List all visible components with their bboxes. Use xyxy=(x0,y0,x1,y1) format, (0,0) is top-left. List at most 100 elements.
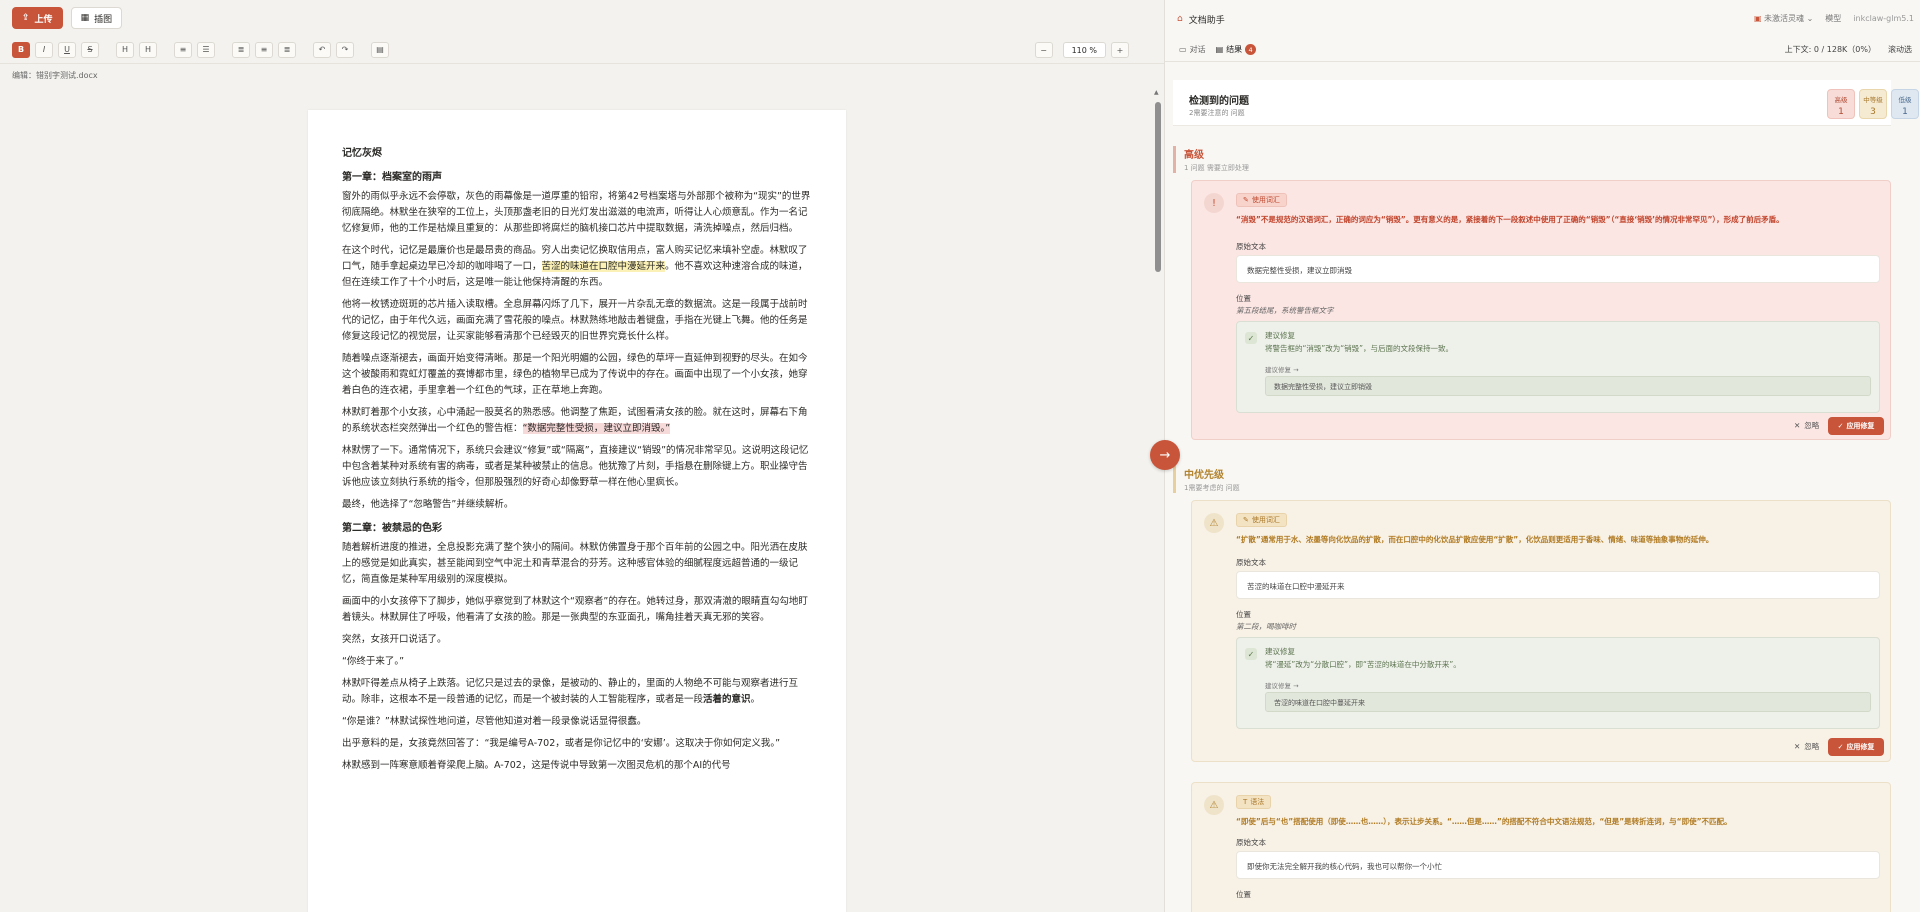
results-body[interactable]: 检测到的问题 2需要注意的 问题 高级 1 中等级 3 低级 1 高级 1 问题 需要… xyxy=(1165,70,1920,912)
align-right-button[interactable]: ≣ xyxy=(278,41,296,58)
zoom-level: 110 % xyxy=(1062,42,1106,58)
doc-paragraph: 最终，他选择了“忽略警告”并继续解析。 xyxy=(342,499,514,510)
numbered-list-button[interactable]: ☰ xyxy=(197,41,215,58)
upload-icon: ⇪ xyxy=(22,13,30,23)
collapse-panel-button[interactable]: → xyxy=(1150,440,1180,470)
format-toolbar: B I U S H H ≡ ☰ ≣ ≡ ≣ ↶ ↷ ▤ − 110 % + xyxy=(0,36,1164,64)
heading1-button[interactable]: H xyxy=(116,41,134,58)
replacement-label: 建议修复 → xyxy=(1265,366,1299,374)
undo-button[interactable]: ↶ xyxy=(313,41,331,58)
upload-button[interactable]: ⇪ 上传 xyxy=(12,7,63,29)
suggestion-box: ✓ 建议修复 将“漫延”改为“分散口腔”，即“苦涩的味道在中分散开来”。 建议修… xyxy=(1236,637,1880,729)
high-count-box[interactable]: 高级 1 xyxy=(1827,89,1855,119)
bold-button[interactable]: B xyxy=(12,41,30,58)
original-text: 数据完整性受损，建议立即消毁 xyxy=(1236,255,1880,283)
location-label: 位置 xyxy=(1236,610,1251,619)
zoom-controls: − 110 % + xyxy=(1034,42,1134,58)
close-icon: ✕ xyxy=(1794,742,1801,751)
redo-button[interactable]: ↷ xyxy=(336,41,354,58)
italic-button[interactable]: I xyxy=(35,41,53,58)
issue-tag: T 语法 xyxy=(1236,795,1272,809)
edit-icon: ✎ xyxy=(1243,516,1249,524)
summary-subtitle: 2需要注意的 问题 xyxy=(1189,109,1245,117)
ignore-button[interactable]: ✕ 忽略 xyxy=(1794,741,1819,752)
issue-message: “扩散”通常用于水、浓墨等向化饮品的扩散，而在口腔中的化饮品扩散应使用“扩散”，… xyxy=(1236,535,1714,544)
app-window: ⇪ 上传 ▦ 插图 B I U S H H ≡ ☰ ≣ ≡ ≣ ↶ ↷ ▤ − … xyxy=(0,0,1920,912)
image-icon: ▦ xyxy=(80,13,90,23)
apply-fix-button[interactable]: ✓ 应用修复 xyxy=(1828,417,1884,435)
model-selector[interactable]: inkclaw-glm5.1 xyxy=(1853,14,1914,23)
suggestion-desc: 将警告框的“消毁”改为“销毁”，与后面的文段保持一致。 xyxy=(1265,344,1454,353)
home-icon: ⌂ xyxy=(1177,14,1183,24)
location-value: 第二段，喝咖啡时 xyxy=(1236,622,1296,631)
alert-circle-icon: ! xyxy=(1204,193,1224,213)
apply-fix-button[interactable]: ✓ 应用修复 xyxy=(1828,738,1884,756)
tab-results[interactable]: ▤ 结果 4 xyxy=(1216,44,1257,55)
context-usage: 上下文: 0 / 128K（0%） xyxy=(1784,45,1876,54)
section-high: 高级 1 问题 需要立即处理 xyxy=(1173,146,1891,173)
panel-header-right: ▣ 未激活灵魂 ⌄ 模型 inkclaw-glm5.1 xyxy=(1754,13,1914,24)
original-label: 原始文本 xyxy=(1236,242,1266,251)
original-text: 苦涩的味道在口腔中漫延开来 xyxy=(1236,571,1880,599)
panel-header: ⌂ 文档助手 ▣ 未激活灵魂 ⌄ 模型 inkclaw-glm5.1 xyxy=(1165,0,1920,38)
doc-paragraph: 林默感到一阵寒意顺着脊梁爬上脑。A-702，这是传说中导致第一次图灵危机的那个A… xyxy=(342,760,731,771)
zoom-out-button[interactable]: − xyxy=(1034,42,1053,58)
file-name: 错别字测试.docx xyxy=(36,71,98,80)
issue-message: “消毁”不是规范的汉语词汇，正确的词应为“销毁”。更有意义的是，紧接着的下一段叙… xyxy=(1236,215,1784,224)
edit-icon: ✎ xyxy=(1243,196,1249,204)
location-label: 位置 xyxy=(1236,294,1251,303)
results-icon: ▤ xyxy=(1215,45,1224,54)
doc-paragraph: 在这个时代，记忆是最廉价也是最昂贵的商品。穷人出卖记忆换取信用点，富人购买记忆来… xyxy=(342,245,808,288)
soul-icon: ▣ xyxy=(1753,14,1762,23)
doc-paragraph: “你是谁？”林默试探性地问道，尽管他知道对着一段录像说话显得很蠢。 xyxy=(342,716,647,727)
ignore-button[interactable]: ✕ 忽略 xyxy=(1794,420,1819,431)
tab-chat[interactable]: ▭ 对话 xyxy=(1179,44,1206,55)
underline-button[interactable]: U xyxy=(58,41,76,58)
editing-file-line: 编辑：错别字测试.docx xyxy=(12,70,98,81)
check-icon: ✓ xyxy=(1245,332,1257,344)
issue-tag: ✎ 使用词汇 xyxy=(1236,513,1287,527)
heading2-button[interactable]: H xyxy=(139,41,157,58)
align-center-button[interactable]: ≡ xyxy=(255,41,273,58)
check-icon: ✓ xyxy=(1837,743,1844,751)
illustrate-button[interactable]: ▦ 插图 xyxy=(70,7,123,29)
issues-summary: 检测到的问题 2需要注意的 问题 高级 1 中等级 3 低级 1 xyxy=(1173,80,1919,126)
edit-label: 编辑： xyxy=(12,71,36,80)
doc-paragraph: 随着解析进度的推进，全息投影充满了整个狭小的隔间。林默仿佛置身于那个百年前的公园… xyxy=(342,542,808,585)
replacement-label: 建议修复 → xyxy=(1265,682,1299,690)
check-icon: ✓ xyxy=(1245,648,1257,660)
section-mid: 中优先级 1需要考虑的 问题 xyxy=(1173,466,1891,493)
soul-status[interactable]: ▣ 未激活灵魂 ⌄ xyxy=(1754,13,1813,24)
upload-label: 上传 xyxy=(34,14,53,25)
scroll-up-arrow-icon[interactable]: ▲ xyxy=(1154,89,1159,96)
suggestion-title: 建议修复 xyxy=(1265,331,1295,340)
editor-scrollbar-thumb[interactable] xyxy=(1155,102,1161,272)
issue-card-mid: ⚠ ✎ 使用词汇 “扩散”通常用于水、浓墨等向化饮品的扩散，而在口腔中的化饮品扩散… xyxy=(1191,500,1891,762)
align-left-button[interactable]: ≣ xyxy=(232,41,250,58)
doc-paragraph: 突然，女孩开口说话了。 xyxy=(342,634,447,645)
zoom-in-button[interactable]: + xyxy=(1111,42,1129,58)
mid-count-box[interactable]: 中等级 3 xyxy=(1859,89,1887,119)
document-page[interactable]: 记忆灰烬 第一章：档案室的雨声 窗外的雨似乎永远不会停歇，灰色的雨幕像是一道厚重… xyxy=(308,110,846,912)
table-button[interactable]: ▤ xyxy=(371,41,389,58)
editor-topbar: ⇪ 上传 ▦ 插图 xyxy=(0,0,1164,36)
strikethrough-button[interactable]: S xyxy=(81,41,99,58)
suggestion-title: 建议修复 xyxy=(1265,647,1295,656)
panel-title: 文档助手 xyxy=(1188,15,1225,26)
doc-chapter-heading: 第一章：档案室的雨声 xyxy=(342,172,442,183)
highlight-issue-high[interactable]: “数据完整性受损，建议立即消毁。” xyxy=(522,423,671,434)
location-label: 位置 xyxy=(1236,890,1251,899)
illustrate-label: 插图 xyxy=(94,14,113,25)
replacement-text: 苦涩的味道在口腔中蔓延开来 xyxy=(1265,692,1871,712)
doc-paragraph: 出乎意料的是，女孩竟然回答了：“我是编号A-702，或者是你记忆中的‘安娜’。这… xyxy=(342,738,780,749)
replacement-text: 数据完整性受损，建议立即销毁 xyxy=(1265,376,1871,396)
auto-scroll-toggle[interactable]: 滚动选 xyxy=(1888,44,1912,55)
highlight-issue-mid[interactable]: 苦涩的味道在口腔中漫延开来 xyxy=(541,261,666,272)
low-count-box[interactable]: 低级 1 xyxy=(1891,89,1919,119)
original-label: 原始文本 xyxy=(1236,838,1266,847)
warning-triangle-icon: ⚠ xyxy=(1204,513,1224,533)
document-scroll-area[interactable]: 记忆灰烬 第一章：档案室的雨声 窗外的雨似乎永远不会停歇，灰色的雨幕像是一道厚重… xyxy=(0,86,1150,912)
doc-chapter-heading: 第二章：被禁忌的色彩 xyxy=(342,523,442,534)
close-icon: ✕ xyxy=(1794,421,1801,430)
bullet-list-button[interactable]: ≡ xyxy=(174,41,192,58)
